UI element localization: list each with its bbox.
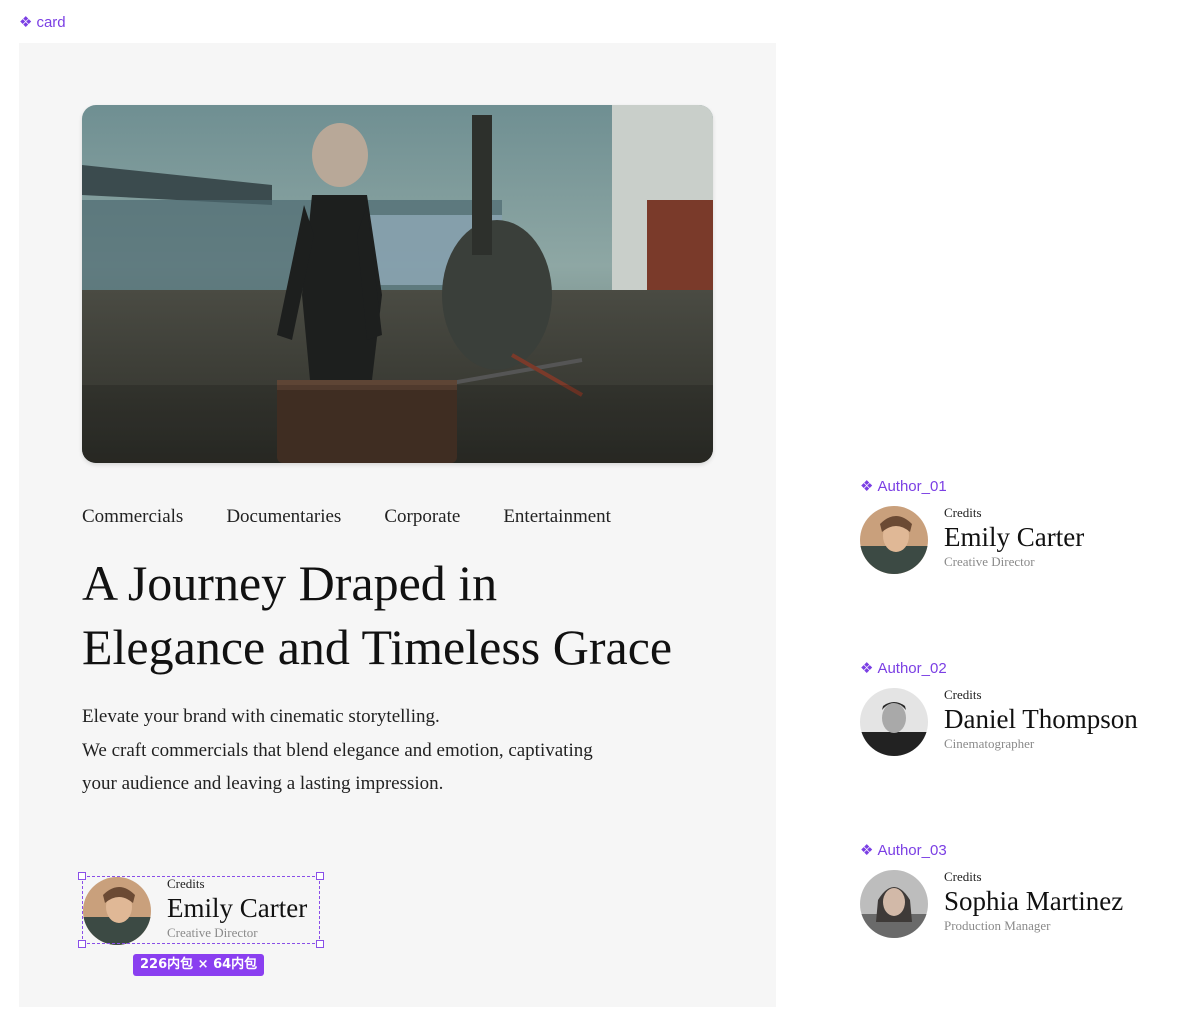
selection-size-badge: 226内包 × 64内包 — [133, 954, 265, 976]
avatar — [860, 870, 928, 938]
author-name: Daniel Thompson — [944, 704, 1138, 734]
tag-corporate[interactable]: Corporate — [384, 506, 460, 528]
hero-image — [82, 105, 713, 463]
tag-entertainment[interactable]: Entertainment — [503, 506, 611, 528]
component-diamond-icon: ❖ — [860, 478, 874, 495]
component-diamond-icon: ❖ — [19, 14, 33, 31]
category-tags: Commercials Documentaries Corporate Ente… — [82, 506, 611, 528]
avatar — [860, 506, 928, 574]
card-component-name: card — [36, 14, 66, 31]
author-name: Emily Carter — [944, 522, 1085, 552]
resize-handle-bottom-left[interactable] — [78, 940, 86, 948]
author-name: Sophia Martinez — [944, 886, 1124, 916]
author-credits-label: Credits — [944, 869, 982, 884]
headline: A Journey Draped in Elegance and Timeles… — [82, 551, 762, 679]
author-role: Creative Director — [944, 554, 1035, 569]
author-02-component[interactable]: Credits Daniel Thompson Cinematographer — [860, 687, 1138, 756]
author-03-component-label[interactable]: ❖ Author_03 — [860, 842, 947, 859]
component-name: Author_03 — [877, 842, 947, 859]
author-02-component-label[interactable]: ❖ Author_02 — [860, 660, 947, 677]
card-frame[interactable]: Commercials Documentaries Corporate Ente… — [19, 43, 776, 1007]
author-01-component-label[interactable]: ❖ Author_01 — [860, 478, 947, 495]
description: Elevate your brand with cinematic storyt… — [82, 700, 722, 801]
selection-box[interactable] — [82, 876, 320, 944]
author-role: Cinematographer — [944, 736, 1035, 751]
tag-documentaries[interactable]: Documentaries — [226, 506, 341, 528]
author-03-component[interactable]: Credits Sophia Martinez Production Manag… — [860, 869, 1124, 938]
tag-commercials[interactable]: Commercials — [82, 506, 183, 528]
author-01-component[interactable]: Credits Emily Carter Creative Director — [860, 505, 1085, 574]
description-line-1: Elevate your brand with cinematic storyt… — [82, 706, 440, 727]
resize-handle-top-left[interactable] — [78, 872, 86, 880]
headline-line-2: Elegance and Timeless Grace — [82, 619, 673, 675]
description-line-3: your audience and leaving a lasting impr… — [82, 773, 444, 794]
author-credits-label: Credits — [944, 687, 982, 702]
description-line-2: We craft commercials that blend elegance… — [82, 739, 593, 761]
headline-line-1: A Journey Draped in — [82, 555, 498, 611]
resize-handle-top-right[interactable] — [316, 872, 324, 880]
component-name: Author_02 — [877, 660, 947, 677]
component-diamond-icon: ❖ — [860, 660, 874, 677]
author-credits-label: Credits — [944, 505, 982, 520]
resize-handle-bottom-right[interactable] — [316, 940, 324, 948]
avatar — [860, 688, 928, 756]
author-role: Production Manager — [944, 918, 1051, 933]
component-diamond-icon: ❖ — [860, 842, 874, 859]
component-name: Author_01 — [877, 478, 947, 495]
card-component-label[interactable]: ❖ card — [19, 14, 66, 31]
